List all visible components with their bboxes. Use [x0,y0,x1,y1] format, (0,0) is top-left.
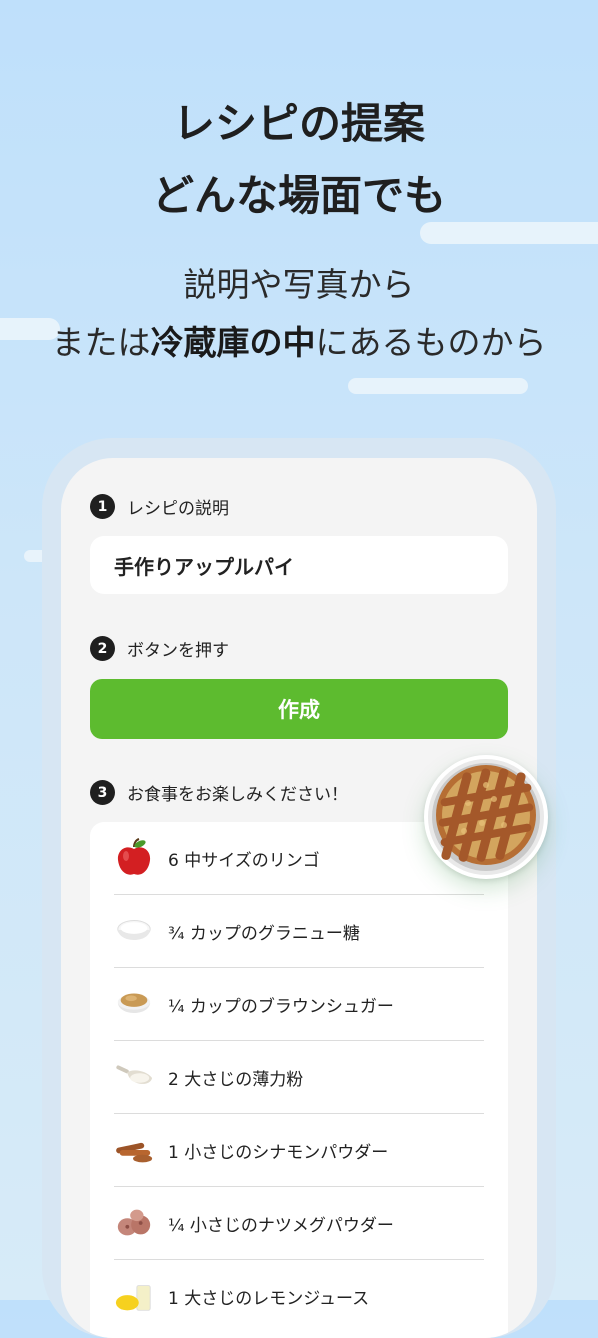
hero-subtitle-line1: 説明や写真から [183,265,415,304]
step-number: 2 [90,636,115,661]
flour-scoop-icon [114,1057,154,1097]
ingredient-text: 1 大さじのレモンジュース [168,1289,370,1309]
ingredient-text: ¾ カップのグラニュー糖 [168,923,360,944]
ingredient-text: 2 大さじの薄力粉 [168,1069,304,1090]
step-number: 3 [90,780,115,805]
cloud-decoration [348,378,528,394]
nutmeg-icon [114,1203,154,1243]
apple-icon [114,838,154,878]
step-label: お食事をお楽しみください！ [127,785,348,805]
hero-title-line2: どんな場面でも [151,171,446,220]
hero-title-line1: レシピの提案 [172,99,425,148]
list-item: 1 大さじのレモンジュース [114,1260,484,1333]
hero-subtitle-line2: または冷蔵庫の中にあるものから [0,316,598,370]
hero-subtitle-post: にあるものから [315,323,547,362]
ingredient-text: ¼ カップのブラウンシュガー [168,996,394,1017]
step-2: 2 ボタンを押す [90,636,229,661]
recipe-description-input[interactable]: 手作りアップルパイ [90,536,508,594]
step-number: 1 [90,494,115,519]
list-item: 2 大さじの薄力粉 [114,1041,484,1114]
list-item: ¾ カップのグラニュー糖 [114,895,484,968]
phone-screen: 1 レシピの説明 手作りアップルパイ 2 ボタンを押す 作成 3 お食事をお楽し… [61,458,537,1338]
step-1: 1 レシピの説明 [90,494,229,519]
ingredient-text: 1 小さじのシナモンパウダー [168,1142,389,1163]
apple-pie-image [424,755,548,879]
brown-sugar-icon [114,984,154,1024]
list-item: ¼ カップのブラウンシュガー [114,968,484,1041]
ingredient-text: 6 中サイズのリンゴ [168,850,320,871]
cinnamon-icon [114,1130,154,1170]
ingredient-list: 6 中サイズのリンゴ ¾ カップのグラニュー糖 ¼ カップのブラウンシュガー 2… [90,822,508,1338]
hero-subtitle-bold: 冷蔵庫の中 [150,323,316,362]
step-label: レシピの説明 [127,499,229,519]
lemon-juice-icon [114,1277,154,1317]
sugar-bowl-icon [114,911,154,951]
hero-subtitle-pre: または [51,323,151,362]
ingredient-text: ¼ 小さじのナツメグパウダー [168,1215,394,1236]
step-label: ボタンを押す [127,641,229,661]
list-item: 1 小さじのシナモンパウダー [114,1114,484,1187]
create-button[interactable]: 作成 [90,679,508,739]
list-item: ¼ 小さじのナツメグパウダー [114,1187,484,1260]
step-3: 3 お食事をお楽しみください！ [90,780,348,805]
